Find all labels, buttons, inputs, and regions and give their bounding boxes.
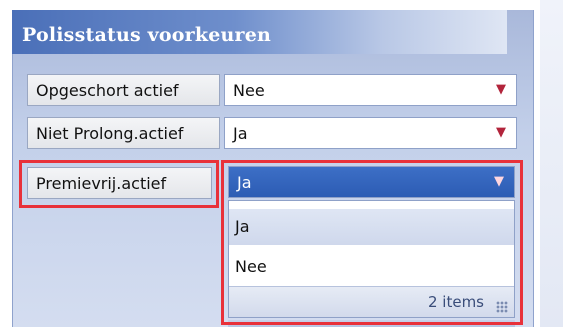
select-niet-prolong-actief[interactable]: Ja ▼ bbox=[224, 117, 517, 149]
select-value: Ja bbox=[233, 124, 248, 143]
label-opgeschort-actief: Opgeschort actief bbox=[27, 74, 220, 106]
highlight-dropdown-box bbox=[221, 160, 523, 325]
scroll-strip bbox=[540, 0, 563, 327]
highlight-label-box bbox=[19, 160, 219, 208]
chevron-down-icon[interactable]: ▼ bbox=[492, 75, 510, 105]
label-niet-prolong-actief: Niet Prolong.actief bbox=[27, 117, 220, 149]
panel-title: Polisstatus voorkeuren bbox=[22, 24, 272, 46]
select-value: Nee bbox=[233, 81, 265, 100]
select-opgeschort-actief[interactable]: Nee ▼ bbox=[224, 74, 517, 106]
chevron-down-icon[interactable]: ▼ bbox=[492, 118, 510, 148]
